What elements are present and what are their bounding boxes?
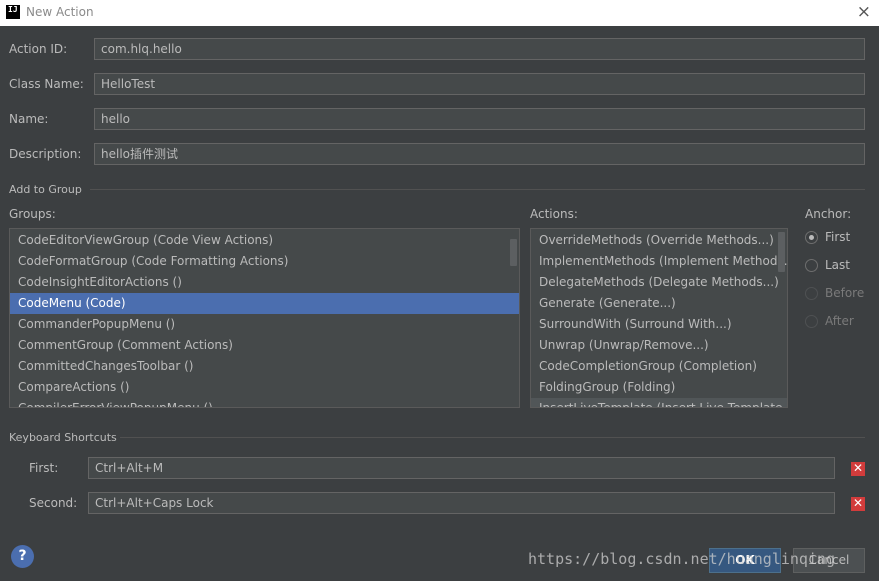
list-item[interactable]: Unwrap (Unwrap/Remove...)	[531, 335, 787, 356]
close-icon[interactable]: ×	[857, 2, 871, 22]
list-item[interactable]: CodeFormatGroup (Code Formatting Actions…	[10, 251, 519, 272]
groups-scrollbar[interactable]	[510, 239, 517, 266]
keyboard-shortcuts-separator	[120, 437, 865, 438]
list-item[interactable]: CodeEditorViewGroup (Code View Actions)	[10, 230, 519, 251]
description-field[interactable]: hello插件测试	[94, 143, 865, 165]
first-shortcut-label: First:	[29, 461, 59, 475]
class-name-field[interactable]: HelloTest	[94, 73, 865, 95]
add-to-group-section-label: Add to Group	[9, 183, 82, 196]
radio-unchecked-icon[interactable]	[805, 259, 818, 272]
list-item[interactable]: SurroundWith (Surround With...)	[531, 314, 787, 335]
list-item[interactable]: CompilerErrorViewPopupMenu ()	[10, 398, 519, 407]
list-item[interactable]: CommanderPopupMenu ()	[10, 314, 519, 335]
list-item[interactable]: CompareActions ()	[10, 377, 519, 398]
actions-list[interactable]: OverrideMethods (Override Methods...) Im…	[530, 228, 788, 408]
list-item[interactable]: CodeInsightEditorActions ()	[10, 272, 519, 293]
clear-first-shortcut-icon[interactable]: ✕	[851, 462, 865, 476]
list-item[interactable]: CommittedChangesToolbar ()	[10, 356, 519, 377]
clear-second-shortcut-icon[interactable]: ✕	[851, 497, 865, 511]
list-item-selected[interactable]: CodeMenu (Code)	[10, 293, 519, 314]
radio-checked-icon[interactable]	[805, 231, 818, 244]
add-to-group-separator	[90, 189, 865, 190]
title-bar: IJ New Action ×	[0, 0, 879, 26]
list-item[interactable]: OverrideMethods (Override Methods...)	[531, 230, 787, 251]
groups-label: Groups:	[9, 207, 56, 221]
second-shortcut-field[interactable]: Ctrl+Alt+Caps Lock	[88, 492, 835, 514]
list-item[interactable]: CodeCompletionGroup (Completion)	[531, 356, 787, 377]
radio-disabled-icon	[805, 287, 818, 300]
groups-list[interactable]: CodeEditorViewGroup (Code View Actions) …	[9, 228, 520, 408]
list-item[interactable]: FoldingGroup (Folding)	[531, 377, 787, 398]
action-id-field[interactable]: com.hlq.hello	[94, 38, 865, 60]
first-shortcut-field[interactable]: Ctrl+Alt+M	[88, 457, 835, 479]
keyboard-shortcuts-section-label: Keyboard Shortcuts	[9, 431, 117, 444]
anchor-label: Anchor:	[805, 207, 852, 221]
radio-disabled-icon	[805, 315, 818, 328]
name-label: Name:	[9, 112, 49, 126]
action-id-label: Action ID:	[9, 42, 68, 56]
second-shortcut-label: Second:	[29, 496, 78, 510]
actions-label: Actions:	[530, 207, 578, 221]
actions-scrollbar[interactable]	[778, 232, 785, 272]
list-item[interactable]: ImplementMethods (Implement Methods...)	[531, 251, 787, 272]
list-item[interactable]: DelegateMethods (Delegate Methods...)	[531, 272, 787, 293]
watermark-text: https://blog.csdn.net/huanglinqing	[528, 550, 836, 568]
list-item[interactable]: Generate (Generate...)	[531, 293, 787, 314]
class-name-label: Class Name:	[9, 77, 84, 91]
intellij-app-icon: IJ	[6, 5, 20, 19]
window-title: New Action	[26, 5, 94, 19]
description-label: Description:	[9, 147, 82, 161]
list-item[interactable]: CommentGroup (Comment Actions)	[10, 335, 519, 356]
list-item[interactable]: InsertLiveTemplate (Insert Live Template…	[531, 398, 787, 407]
name-field[interactable]: hello	[94, 108, 865, 130]
help-icon[interactable]: ?	[11, 545, 34, 568]
